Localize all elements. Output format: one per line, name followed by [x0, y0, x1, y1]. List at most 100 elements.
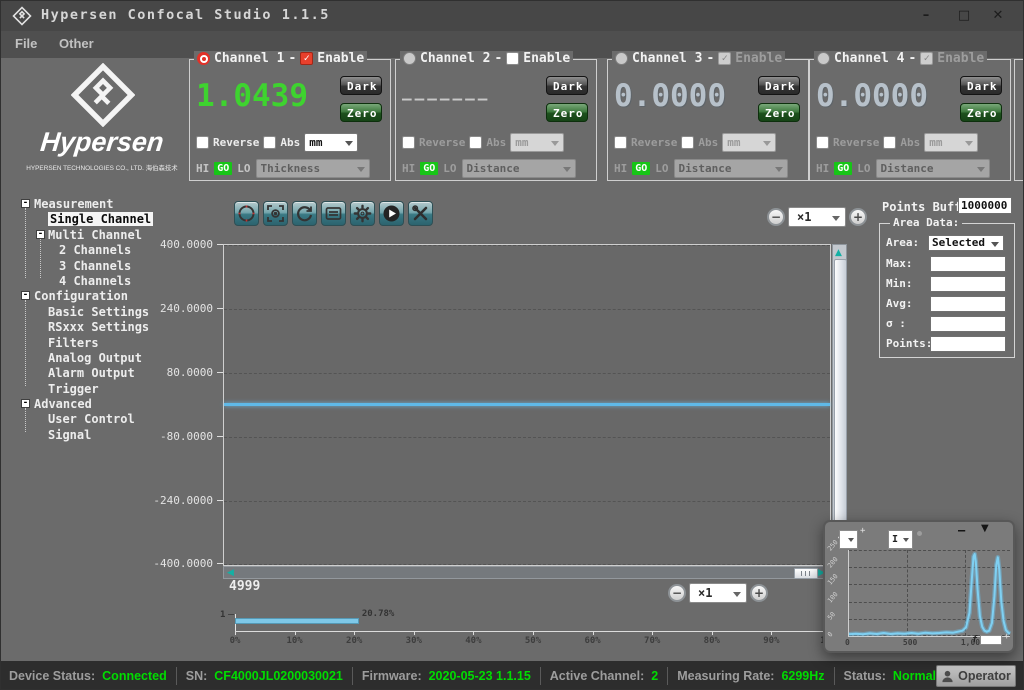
- horizontal-scrollbar-thumb[interactable]: [794, 568, 818, 579]
- zero-button[interactable]: Zero: [546, 103, 588, 122]
- percent-tick-label: 40%: [465, 636, 481, 646]
- tree-item-rsxxx-settings[interactable]: RSxxx Settings: [9, 320, 159, 335]
- tree-expander-icon[interactable]: -: [36, 230, 45, 239]
- minimize-icon[interactable]: –: [911, 5, 941, 27]
- popup-minimize-icon[interactable]: —: [958, 523, 965, 537]
- sigma-field[interactable]: [930, 316, 1006, 332]
- zoom-in-button[interactable]: +: [849, 208, 867, 226]
- zoom-factor-select[interactable]: ×1: [689, 583, 747, 603]
- y-axis-tick-label: 240.0000: [160, 302, 213, 315]
- popup-chevron-down-icon[interactable]: ▼: [981, 523, 989, 534]
- percent-tick-label: 20%: [346, 636, 362, 646]
- zoom-in-button[interactable]: +: [750, 584, 768, 602]
- tree-expander-icon[interactable]: -: [21, 399, 30, 408]
- tree-item-multi-channel[interactable]: -Multi Channel: [9, 228, 159, 243]
- menu-file[interactable]: File: [15, 36, 37, 51]
- tree-item-trigger[interactable]: Trigger: [9, 382, 159, 397]
- points-buffer-input[interactable]: 1000000: [958, 197, 1012, 214]
- channel-radio[interactable]: [403, 52, 416, 65]
- abs-checkbox[interactable]: [681, 136, 694, 149]
- abs-checkbox[interactable]: [883, 136, 896, 149]
- tree-item-signal[interactable]: Signal: [9, 428, 159, 443]
- abs-checkbox[interactable]: [469, 136, 482, 149]
- dark-button[interactable]: Dark: [758, 76, 800, 95]
- reverse-checkbox[interactable]: [196, 136, 209, 149]
- reverse-checkbox[interactable]: [816, 136, 829, 149]
- menu-other[interactable]: Other: [59, 36, 94, 51]
- main-chart[interactable]: [223, 244, 831, 566]
- dark-button[interactable]: Dark: [960, 76, 1002, 95]
- brand-caption: HYPERSEN TECHNOLOGIES CO., LTD. 海伯森技术: [17, 163, 187, 172]
- maximize-icon[interactable]: □: [949, 5, 979, 27]
- signal-preview-popup[interactable]: ︿ — ▼ + I 050100150200250 05001,000 f +: [823, 520, 1015, 653]
- tree-item-measurement[interactable]: -Measurement: [9, 197, 159, 212]
- zero-button[interactable]: Zero: [758, 103, 800, 122]
- points-field[interactable]: [930, 336, 1006, 352]
- tree-expander-icon[interactable]: -: [21, 199, 30, 208]
- min-field[interactable]: [930, 276, 1006, 292]
- mode-select[interactable]: Thickness: [256, 159, 370, 178]
- horizontal-scrollbar[interactable]: ◀ ▶: [223, 566, 829, 579]
- area-select[interactable]: Selected: [928, 235, 1004, 251]
- unit-select[interactable]: mm: [510, 133, 564, 152]
- scroll-left-icon[interactable]: ◀: [227, 568, 234, 578]
- tree-item-advanced[interactable]: -Advanced: [9, 397, 159, 412]
- zoom-factor-select[interactable]: ×1: [788, 207, 846, 227]
- popup-f-input[interactable]: [980, 635, 1002, 645]
- scroll-up-icon[interactable]: ▲: [835, 248, 842, 258]
- enable-checkbox[interactable]: ✓: [718, 52, 731, 65]
- reverse-checkbox[interactable]: [614, 136, 627, 149]
- dark-button[interactable]: Dark: [546, 76, 588, 95]
- tree-item-alarm-output[interactable]: Alarm Output: [9, 366, 159, 381]
- tree-item-analog-output[interactable]: Analog Output: [9, 351, 159, 366]
- zoom-out-button[interactable]: −: [668, 584, 686, 602]
- tree-item-2-channels[interactable]: 2 Channels: [9, 243, 159, 258]
- channel-radio[interactable]: [197, 52, 210, 65]
- channel-panel-1: Channel 1-✓Enable1.0439DarkZeroReverseAb…: [189, 59, 391, 181]
- popup-f-plus-icon[interactable]: +: [1004, 632, 1009, 642]
- max-field[interactable]: [930, 256, 1006, 272]
- tree-item-4-channels[interactable]: 4 Channels: [9, 274, 159, 289]
- tree-item-3-channels[interactable]: 3 Channels: [9, 259, 159, 274]
- unit-select[interactable]: mm: [722, 133, 776, 152]
- channel-radio[interactable]: [817, 52, 830, 65]
- popup-mode-select[interactable]: I: [888, 530, 913, 549]
- refresh-icon[interactable]: [292, 201, 317, 226]
- reverse-checkbox[interactable]: [402, 136, 415, 149]
- popup-channel-select[interactable]: [839, 530, 858, 549]
- popup-plus-icon[interactable]: +: [860, 526, 865, 536]
- enable-checkbox[interactable]: ✓: [920, 52, 933, 65]
- mode-select[interactable]: Distance: [876, 159, 990, 178]
- zero-button[interactable]: Zero: [960, 103, 1002, 122]
- tree-expander-icon[interactable]: -: [21, 291, 30, 300]
- dark-button[interactable]: Dark: [340, 76, 382, 95]
- operator-button[interactable]: Operator: [936, 665, 1016, 687]
- channel-radio[interactable]: [615, 52, 628, 65]
- zoom-out-button[interactable]: −: [767, 208, 785, 226]
- vertical-scrollbar-thumb[interactable]: [834, 259, 847, 553]
- zero-button[interactable]: Zero: [340, 103, 382, 122]
- enable-checkbox[interactable]: [506, 52, 519, 65]
- display-rows-icon[interactable]: [321, 201, 346, 226]
- settings-gear-icon[interactable]: [350, 201, 375, 226]
- mode-select[interactable]: Distance: [674, 159, 788, 178]
- record-icon[interactable]: [234, 201, 259, 226]
- enable-checkbox[interactable]: ✓: [300, 52, 313, 65]
- tree-item-filters[interactable]: Filters: [9, 336, 159, 351]
- unit-select[interactable]: mm: [924, 133, 978, 152]
- tree-item-basic-settings[interactable]: Basic Settings: [9, 305, 159, 320]
- status-value: Connected: [102, 669, 167, 683]
- avg-field[interactable]: [930, 296, 1006, 312]
- vertical-scrollbar[interactable]: ▲: [832, 244, 847, 566]
- mode-select[interactable]: Distance: [462, 159, 576, 178]
- abs-checkbox[interactable]: [263, 136, 276, 149]
- tree-item-user-control[interactable]: User Control: [9, 412, 159, 427]
- tree-item-configuration[interactable]: -Configuration: [9, 289, 159, 304]
- percent-axis: 0%10%20%30%40%50%60%70%80%90%100%: [235, 631, 831, 649]
- fit-view-icon[interactable]: [263, 201, 288, 226]
- run-icon[interactable]: [379, 201, 404, 226]
- close-icon[interactable]: ✕: [983, 5, 1013, 27]
- tools-icon[interactable]: [408, 201, 433, 226]
- unit-select[interactable]: mm: [304, 133, 358, 152]
- tree-item-single-channel[interactable]: Single Channel: [9, 212, 159, 227]
